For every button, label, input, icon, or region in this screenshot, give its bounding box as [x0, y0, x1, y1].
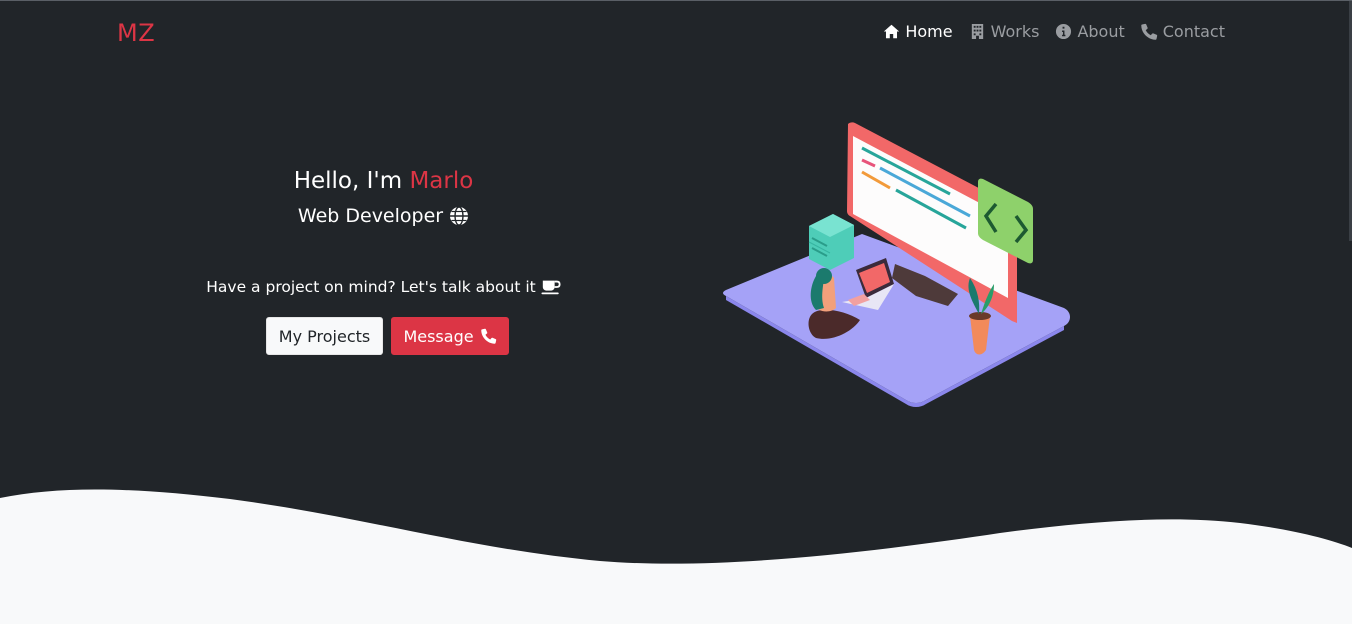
hero-actions: My Projects Message — [266, 317, 509, 355]
nav-about-label: About — [1077, 22, 1125, 41]
nav-contact-label: Contact — [1162, 22, 1225, 41]
nav-home[interactable]: Home — [883, 22, 953, 41]
hero-role: Web Developer — [0, 205, 767, 227]
home-icon — [884, 24, 900, 39]
developer-illustration — [723, 122, 1070, 407]
greeting-prefix: Hello, I'm — [293, 168, 403, 194]
brand-logo[interactable]: MZ — [117, 19, 155, 47]
hero-tagline: Have a project on mind? Let's talk about… — [0, 278, 767, 296]
wave-divider — [0, 489, 1352, 624]
my-projects-label: My Projects — [278, 326, 371, 346]
role-label: Web Developer — [297, 205, 444, 227]
phone-icon — [1141, 23, 1157, 40]
nav-works[interactable]: Works — [969, 22, 1040, 41]
phone-icon — [480, 328, 496, 344]
message-button[interactable]: Message — [391, 317, 509, 355]
hero-greeting: Hello, I'm Marlo — [0, 168, 767, 194]
hero-section — [0, 0, 1352, 624]
nav-works-label: Works — [990, 22, 1040, 41]
building-icon — [971, 23, 983, 40]
greeting-name: Marlo — [409, 168, 474, 194]
globe-icon — [450, 206, 469, 226]
coffee-mug-icon — [541, 280, 561, 295]
nav-about[interactable]: About — [1055, 22, 1125, 41]
tagline-text: Have a project on mind? Let's talk about… — [206, 278, 536, 296]
info-circle-icon — [1056, 23, 1072, 40]
my-projects-button[interactable]: My Projects — [266, 317, 383, 355]
main-nav: Home Works About Contact — [883, 22, 1225, 41]
nav-home-label: Home — [905, 22, 953, 41]
message-label: Message — [403, 326, 474, 346]
nav-contact[interactable]: Contact — [1141, 22, 1225, 41]
